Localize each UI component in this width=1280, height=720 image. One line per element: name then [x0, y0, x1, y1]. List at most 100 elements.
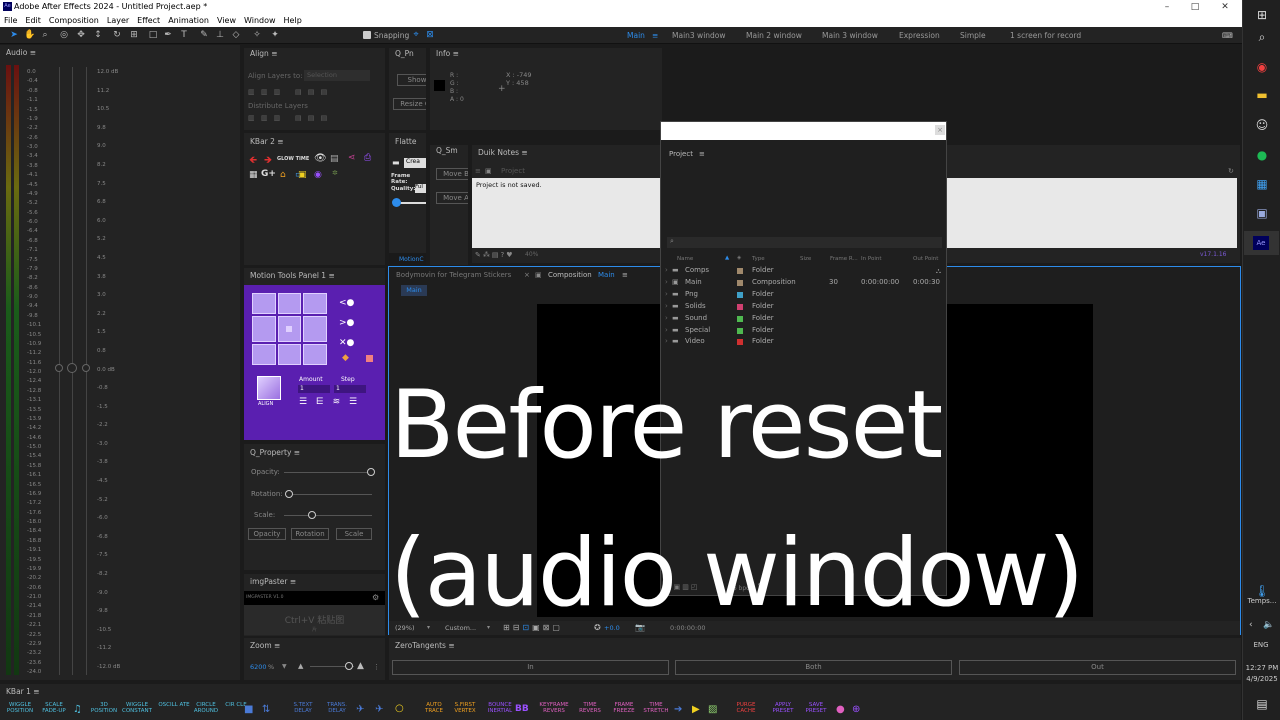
dolly-tool-icon[interactable]: ↕	[92, 29, 104, 41]
panel-menu-icon[interactable]: ≡	[453, 49, 459, 58]
imgpaster-settings-icon[interactable]: ⚙	[372, 593, 379, 602]
position-icon[interactable]: <●	[339, 298, 354, 308]
col-name[interactable]: Name	[677, 256, 693, 262]
kbar1-item[interactable]: AUTO TRACE	[418, 702, 450, 714]
orbit-tool-icon[interactable]: ◎	[58, 29, 70, 41]
duik-menu-icon[interactable]: ≡	[475, 167, 481, 175]
film-icon[interactable]: ▣	[298, 170, 307, 180]
camera-tool-icon[interactable]: ⊞	[128, 29, 140, 41]
panel-menu-icon[interactable]: ≡	[294, 448, 300, 457]
project-row[interactable]: › ▣ Main Composition 30 0:00:00:00 0:00:30	[665, 277, 943, 289]
label-swatch[interactable]	[737, 291, 743, 298]
align-icon[interactable]	[257, 376, 281, 400]
menu-layer[interactable]: Layer	[103, 14, 133, 25]
workspace-overflow-icon[interactable]: ⌨	[1222, 31, 1233, 40]
project-search-input[interactable]: ⌕	[667, 237, 942, 248]
kbar1-item[interactable]: OSCILL ATE	[158, 702, 190, 708]
book-icon[interactable]: ▤	[330, 154, 339, 164]
align-buttons-row[interactable]: ▥ ▥ ▥ ▤ ▤ ▤	[248, 88, 329, 96]
windows-grid-icon[interactable]: ⊞	[1251, 4, 1273, 26]
duik-toolbar-icons[interactable]: ✎⁂▤?♥	[475, 251, 514, 259]
kbar1-item[interactable]: BOUNCE INERTIAL	[484, 702, 516, 714]
label-swatch[interactable]	[737, 268, 743, 274]
kbar1-item[interactable]: S.FIRST VERTEX	[449, 702, 481, 714]
eye-icon[interactable]: 👁	[314, 153, 327, 164]
col-type[interactable]: Type	[752, 256, 765, 262]
workspace-expression[interactable]: Expression	[899, 31, 940, 40]
workspace-record[interactable]: 1 screen for record	[1010, 31, 1081, 40]
kbar-circle-icon[interactable]: ○	[395, 703, 404, 714]
kbar1-item[interactable]: CIRCLE AROUND	[190, 702, 222, 714]
workspace-main2-window[interactable]: Main 2 window	[746, 31, 802, 40]
kbar1-item[interactable]: APPLY PRESET	[767, 702, 799, 714]
sort-icon[interactable]: ▲	[725, 255, 729, 261]
kbar-arrow-icon[interactable]: ➔	[674, 704, 682, 715]
menu-file[interactable]: File	[0, 14, 21, 25]
kbar-game-icon[interactable]: ⊕	[852, 704, 860, 715]
kbar1-item[interactable]: TRANS. DELAY	[321, 702, 353, 714]
motionc-footer[interactable]: MotionC	[389, 253, 426, 265]
zoom-value[interactable]: 6200	[250, 663, 267, 671]
tray-chevron-icon[interactable]: ‹	[1249, 620, 1253, 630]
panel-menu-icon[interactable]: ≡	[30, 48, 36, 57]
create-button[interactable]: Crea	[404, 158, 426, 168]
project-row[interactable]: › ▬ Video Folder	[665, 336, 943, 348]
square-icon[interactable]	[366, 355, 373, 362]
menu-animation[interactable]: Animation	[164, 14, 213, 25]
lock-icon[interactable]: ⌂	[280, 170, 286, 180]
label-col-icon[interactable]: ◈	[737, 255, 741, 261]
expand-icon[interactable]: ›	[665, 266, 668, 274]
zoom-slider-knob[interactable]	[345, 662, 353, 670]
panel-menu-icon[interactable]: ≡	[33, 687, 39, 696]
store-icon[interactable]: ▦	[1251, 173, 1273, 195]
type-tool-icon[interactable]: T	[178, 29, 190, 41]
scale-icon[interactable]: >●	[339, 318, 354, 328]
opacity-button[interactable]: Opacity	[248, 528, 286, 540]
scale-slider-knob[interactable]	[308, 511, 316, 519]
kbar1-item[interactable]: WIGGLE CONSTANT	[121, 702, 153, 714]
kbar-bb-icon[interactable]: BB	[515, 704, 529, 714]
explorer-icon[interactable]: ▬	[1251, 84, 1273, 106]
print-icon[interactable]: ⎙	[364, 153, 371, 163]
kbar-camera-icon[interactable]: ▶	[692, 704, 700, 715]
expand-icon[interactable]: ›	[665, 337, 668, 345]
snap-grid-icon[interactable]: ⊠	[424, 29, 436, 41]
kbar1-item[interactable]: SAVE PRESET	[800, 702, 832, 714]
kbar1-item[interactable]: PURGE CACHE	[730, 702, 762, 714]
rotate-icon[interactable]: ✕●	[339, 338, 354, 348]
workspace-main3-window-b[interactable]: Main 3 window	[822, 31, 878, 40]
expand-icon[interactable]: ›	[665, 302, 668, 310]
kbar-image-icon[interactable]: ▨	[708, 704, 717, 715]
tangent-both-button[interactable]: Both	[675, 660, 952, 675]
expand-icon[interactable]: ›	[665, 326, 668, 334]
panel-menu-icon[interactable]: ≡	[290, 577, 296, 586]
rectangle-tool-icon[interactable]: □	[147, 29, 159, 41]
step-input[interactable]: 1	[334, 385, 366, 393]
distribute-icons[interactable]: ☰ ⋿ ≋ ☰	[299, 397, 360, 407]
menu-composition[interactable]: Composition	[45, 14, 103, 25]
pen-tool-icon[interactable]: ✒	[162, 29, 174, 41]
col-size[interactable]: Size	[800, 256, 811, 262]
menu-help[interactable]: Help	[280, 14, 306, 25]
hand-tool-icon[interactable]: ✋	[24, 29, 36, 41]
rotate-tool-icon[interactable]: ↻	[111, 29, 123, 41]
project-row[interactable]: › ▬ Solids Folder	[665, 301, 943, 313]
menu-edit[interactable]: Edit	[21, 14, 45, 25]
panel-menu-icon[interactable]: ≡	[521, 148, 527, 157]
panel-menu-icon[interactable]: ≡	[277, 137, 283, 146]
gplus-icon[interactable]: G+	[261, 169, 276, 179]
arrow-right-icon[interactable]: 🡺	[264, 153, 272, 170]
tab-close-icon[interactable]: ×	[524, 271, 530, 279]
workspace-main3-window[interactable]: Main3 window	[672, 31, 726, 40]
bodymovin-tab[interactable]: Bodymovin for Telegram Stickers	[396, 271, 511, 279]
pan-tool-icon[interactable]: ✥	[75, 29, 87, 41]
project-row[interactable]: › ▬ Png Folder	[665, 289, 943, 301]
kbar-plane-icon[interactable]: ✈	[375, 704, 383, 715]
snap-options-icon[interactable]: ⌖	[410, 29, 422, 41]
zoom-out-icon[interactable]: ▲	[298, 662, 303, 670]
zoom-more-icon[interactable]: ⋮	[373, 663, 380, 671]
panel-menu-icon[interactable]: ≡	[622, 271, 628, 279]
kbar1-item[interactable]: 3D POSITION	[88, 702, 120, 714]
close-icon[interactable]: ✕	[1210, 0, 1240, 14]
move-a-button[interactable]: Move A	[436, 192, 468, 204]
